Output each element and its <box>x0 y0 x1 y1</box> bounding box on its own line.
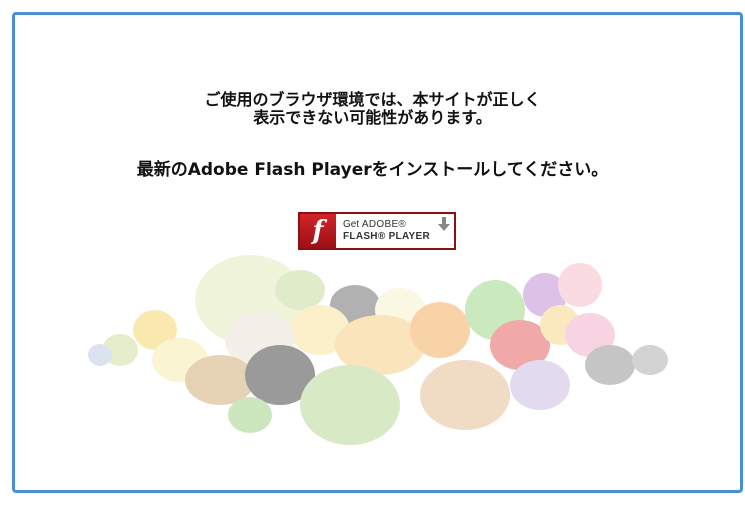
mascot-right-grey <box>585 345 635 385</box>
mascot-pink <box>558 263 602 307</box>
flash-product-name: FLASH® PLAYER <box>343 231 431 242</box>
install-flash-instruction: 最新のAdobe Flash Playerをインストールしてください。 <box>136 160 609 180</box>
mascot-lavender <box>510 360 570 410</box>
mascot-small-green <box>228 397 272 433</box>
mascot-front-tan <box>420 360 510 430</box>
browser-warning-line-2: 表示できない可能性があります。 <box>253 108 492 127</box>
flash-adobe-brand: ADOBE® <box>361 219 407 230</box>
download-arrow-icon <box>438 217 450 231</box>
mascot-orange <box>410 302 470 358</box>
flash-get-line: Get ADOBE® <box>343 219 430 231</box>
mascot-front-green <box>300 365 400 445</box>
mascot-brown <box>185 355 255 405</box>
flash-get-prefix: Get <box>343 219 362 230</box>
browser-warning-line-1: ご使用のブラウザ環境では、本サイトが正しく <box>204 90 541 109</box>
flash-logo-icon: f <box>300 214 336 248</box>
mascot-pile-illustration <box>88 255 668 445</box>
get-adobe-flash-player-button[interactable]: f Get ADOBE® FLASH® PLAYER <box>298 212 456 250</box>
mascot-green-ear <box>275 270 325 310</box>
flash-button-text: Get ADOBE® FLASH® PLAYER <box>343 219 430 243</box>
mascot-far-left <box>88 344 112 366</box>
mascot-far-right <box>632 345 668 375</box>
